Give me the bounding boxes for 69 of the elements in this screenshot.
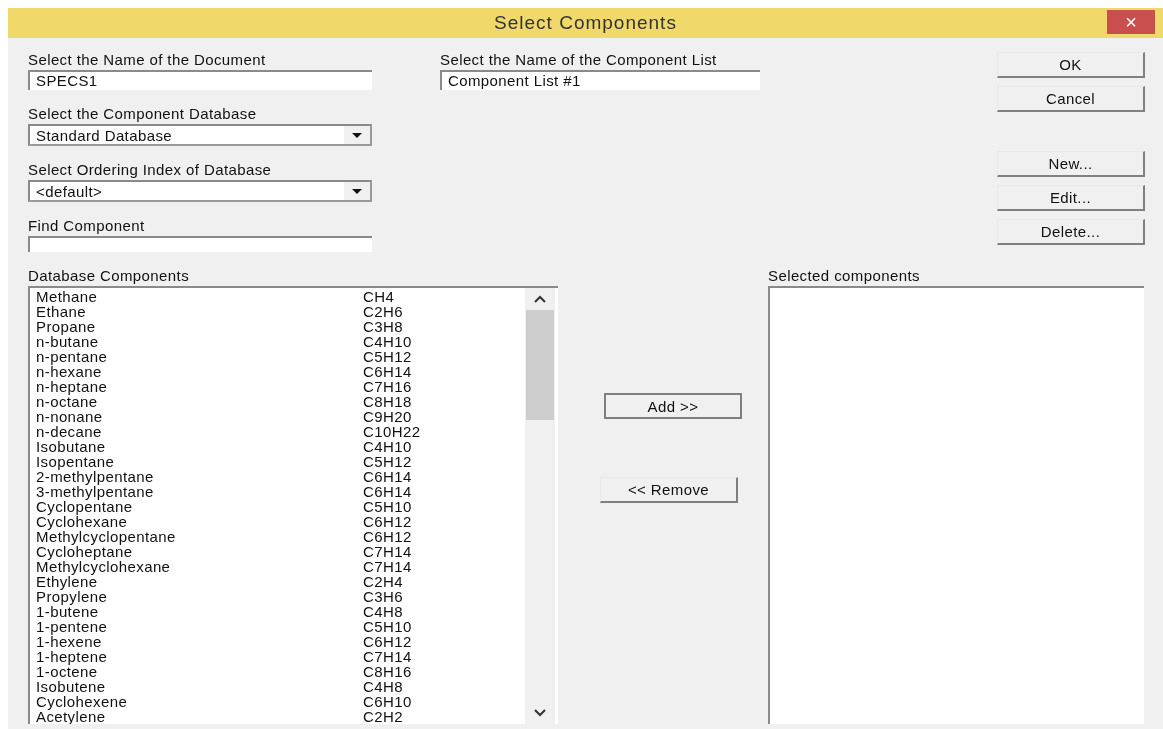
dialog-button[interactable]: Delete... [997,219,1145,245]
ordering-index-dropdown[interactable]: <default> [28,180,372,202]
add-button[interactable]: Add >> [604,393,742,419]
scroll-up-icon[interactable] [533,294,547,304]
component-name[interactable]: n-nonane [36,409,363,424]
component-formula: C4H8 [363,679,403,694]
component-formula: C6H10 [363,694,412,709]
component-name[interactable]: n-decane [36,424,363,439]
component-name[interactable]: 1-octene [36,664,363,679]
component-formula: C6H14 [363,484,412,499]
list-label: Selected components [768,266,921,286]
component-formula: C8H18 [363,394,412,409]
component-formula: C4H10 [363,439,412,454]
component-formula: C6H12 [363,634,412,649]
component-formula: C7H14 [363,649,412,664]
component-formula: C6H14 [363,364,412,379]
component-formula: C5H10 [363,619,412,634]
dialog-button[interactable]: Edit... [997,185,1145,211]
close-button[interactable]: × [1107,10,1155,34]
component-name[interactable]: 1-heptene [36,649,363,664]
component-formula: C6H12 [363,529,412,544]
field-label: Find Component [28,216,146,236]
component-formula: C6H14 [363,469,412,484]
component-name[interactable]: n-hexane [36,364,363,379]
component-formula: C6H12 [363,514,412,529]
component-formula: C7H16 [363,379,412,394]
component-name[interactable]: Methane [36,289,363,304]
component-formula: C3H8 [363,319,403,334]
scroll-down-icon[interactable] [533,708,547,718]
field-label: Select the Name of the Component List [440,50,718,70]
component-formula: C5H12 [363,349,412,364]
field-label: Select the Component Database [28,104,258,124]
component-name[interactable]: 1-hexene [36,634,363,649]
component-name[interactable]: n-heptane [36,379,363,394]
component-formula: C3H6 [363,589,403,604]
component-formula: CH4 [363,289,395,304]
field-label: Select Ordering Index of Database [28,160,273,180]
component-formula: C7H14 [363,559,412,574]
component-formula: C10H22 [363,424,421,439]
component-formula: C5H10 [363,499,412,514]
component-name[interactable]: Ethane [36,304,363,319]
database-dropdown[interactable]: Standard Database [28,124,372,146]
component-name[interactable]: Isobutene [36,679,363,694]
component-formula: C2H2 [363,709,403,724]
component-name[interactable]: n-octane [36,394,363,409]
component-formula: C8H16 [363,664,412,679]
component-formula: C7H14 [363,544,412,559]
scrollbar[interactable] [525,288,555,724]
remove-button[interactable]: << Remove [600,477,738,503]
component-list-name-field[interactable]: Component List #1 [440,70,760,90]
dialog-button[interactable]: OK [997,52,1145,78]
component-formula: C2H6 [363,304,403,319]
field-label: Select the Name of the Document [28,50,267,70]
database-components-list[interactable] [28,286,558,724]
component-name[interactable]: 1-butene [36,604,363,619]
dialog-button[interactable]: Cancel [997,86,1145,112]
component-formula: C4H8 [363,604,403,619]
list-label: Database Components [28,266,191,286]
dialog-button[interactable]: New... [997,151,1145,177]
component-name[interactable]: n-butane [36,334,363,349]
window-title: Select Components [494,12,677,34]
document-name-field[interactable]: SPECS1 [28,70,372,90]
component-formula: C2H4 [363,574,403,589]
component-name[interactable]: Isobutane [36,439,363,454]
component-formula: C5H12 [363,454,412,469]
scroll-thumb[interactable] [526,310,554,420]
find-component-field[interactable] [28,236,372,252]
component-formula: C4H10 [363,334,412,349]
component-formula: C9H20 [363,409,412,424]
